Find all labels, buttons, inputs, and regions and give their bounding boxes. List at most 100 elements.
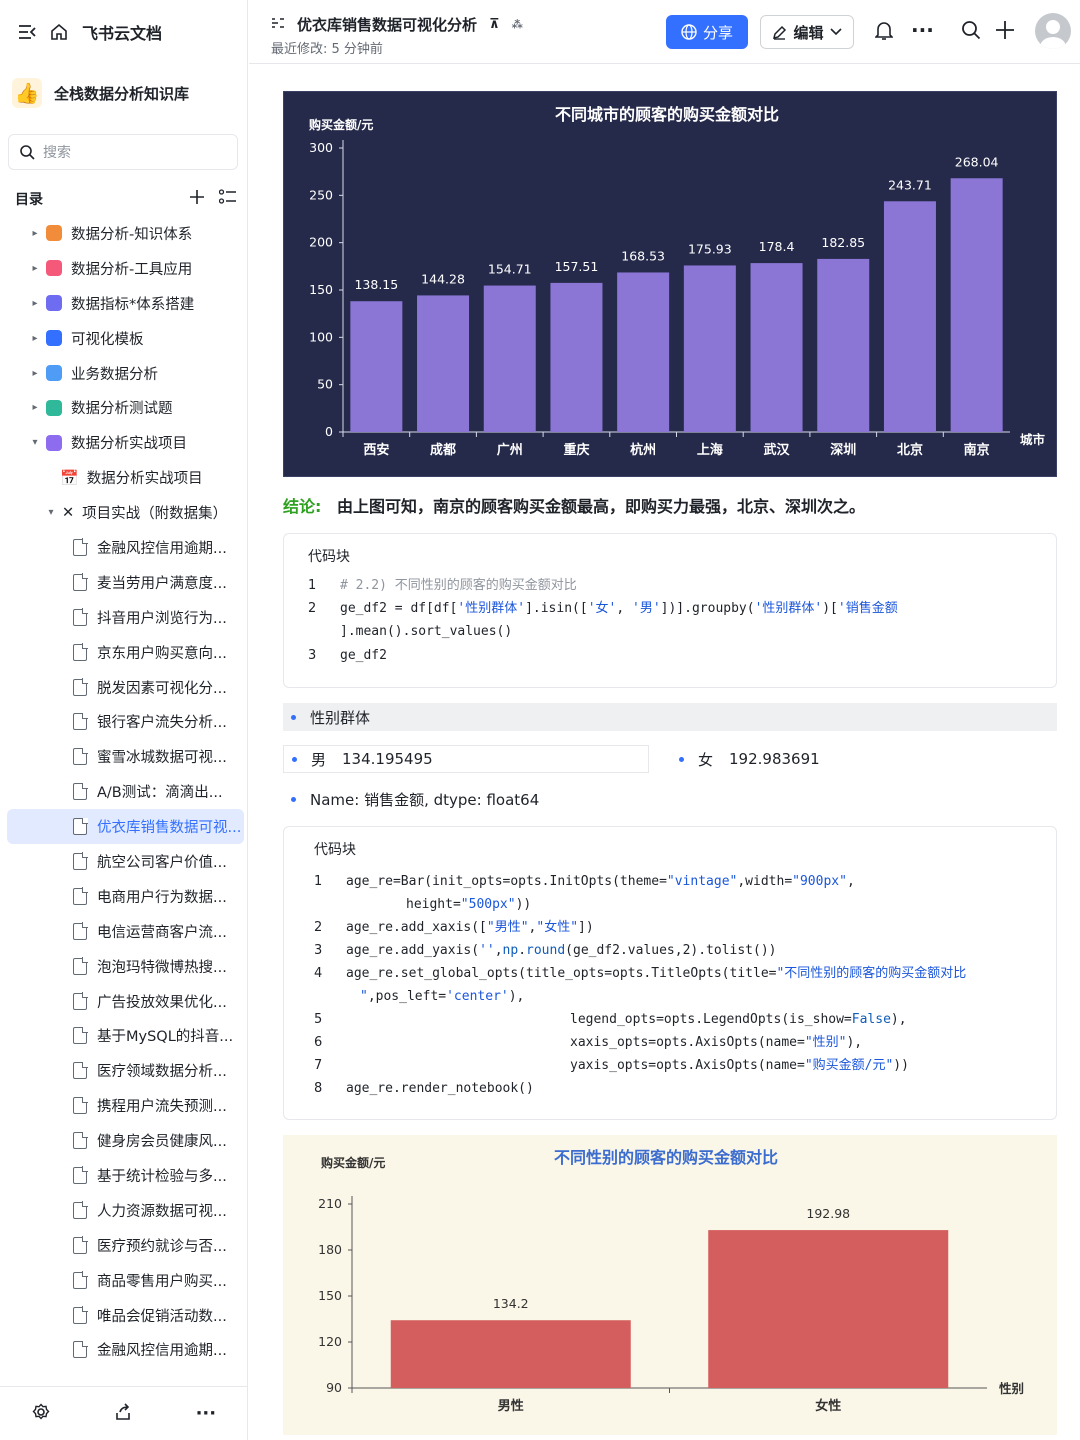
toc-doc-item[interactable]: 广告投放效果优化... <box>0 984 248 1019</box>
caret-down-icon[interactable]: ▾ <box>44 507 58 518</box>
bar <box>390 1320 631 1388</box>
app-name[interactable]: 飞书云文档 <box>82 20 162 44</box>
bell-icon[interactable] <box>874 20 894 46</box>
list-view-icon[interactable] <box>218 189 237 209</box>
toc-item[interactable]: ▸ 数据分析-工具应用 <box>0 251 248 286</box>
pin-icon[interactable]: ⊼ <box>489 17 500 32</box>
female-value: 192.983691 <box>729 750 820 768</box>
toc-item[interactable]: ▸ 数据分析-知识体系 <box>0 216 248 251</box>
code-block-2[interactable]: 代码块 1 age_re=Bar(init_opts=opts.InitOpts(… <box>283 826 1057 1120</box>
code-block-1[interactable]: 代码块 1 # 2.2) 不同性别的顾客的购买金额对比 2 ge_df2 = df[d… <box>283 533 1057 688</box>
toc-doc-item[interactable]: 麦当劳用户满意度... <box>0 565 248 600</box>
toc-doc-item[interactable]: 人力资源数据可视... <box>0 1193 248 1228</box>
collapse-sidebar-icon[interactable] <box>18 24 36 40</box>
caret-right-icon[interactable]: ▸ <box>28 298 42 309</box>
y-tick-label: 210 <box>318 1196 342 1211</box>
toc-item[interactable]: ▸ 业务数据分析 <box>0 356 248 391</box>
male-label: 男 <box>311 750 327 769</box>
toc-doc-item[interactable]: 抖音用户浏览行为... <box>0 600 248 635</box>
toc-item[interactable]: ▾ ✕ 项目实战（附数据集） <box>0 495 248 530</box>
sidebar: 飞书云文档 👍 全栈数据分析知识库 搜索 目录 ▸ 数据分析-知识体系 ▸ 数据分析-… <box>0 0 248 1440</box>
document-icon <box>73 538 88 556</box>
toc-doc-item[interactable]: 医疗领域数据分析... <box>0 1053 248 1088</box>
bar <box>683 265 736 432</box>
toc-doc-item[interactable]: 蜜雪冰城数据可视... <box>0 739 248 774</box>
category-icon <box>46 434 62 451</box>
toc-item-label: 数据分析实战项目 <box>86 471 203 488</box>
caret-right-icon[interactable]: ▸ <box>28 333 42 344</box>
toc-item[interactable]: ▸ 数据分析测试题 <box>0 390 248 425</box>
toc-item-label: 可视化模板 <box>71 331 144 348</box>
code-text: age_re=Bar(init_opts=opts.InitOpts(theme… <box>346 874 855 889</box>
toc-doc-item[interactable]: 携程用户流失预测... <box>0 1088 248 1123</box>
toc-doc-item[interactable]: 京东用户购买意向... <box>0 635 248 670</box>
category-icon <box>46 260 62 277</box>
avatar[interactable] <box>1035 13 1071 49</box>
home-icon[interactable] <box>50 23 68 41</box>
toc-doc-item[interactable]: 基于MySQL的抖音... <box>0 1018 248 1053</box>
toc-doc-label: 医疗预约就诊与否... <box>97 1238 227 1255</box>
toc-doc-label: 人力资源数据可视... <box>97 1203 227 1220</box>
toc-doc-item[interactable]: 基于统计检验与多... <box>0 1158 248 1193</box>
toc-doc-item[interactable]: 脱发因素可视化分... <box>0 670 248 705</box>
toc-doc-item[interactable]: 优衣库销售数据可视... <box>7 809 244 845</box>
toc-header: 目录 <box>15 188 237 210</box>
bar <box>617 272 670 432</box>
toc-doc-item[interactable]: 银行客户流失分析... <box>0 704 248 739</box>
code-line: 8 age_re.render_notebook() <box>314 1077 534 1100</box>
add-icon[interactable] <box>189 189 205 209</box>
share-button[interactable]: 分享 <box>666 15 748 49</box>
y-tick-label: 150 <box>309 282 333 297</box>
settings-icon[interactable] <box>32 1402 50 1425</box>
output-group-row: 性别群体 <box>283 703 1057 731</box>
toc-item[interactable]: ▾ 数据分析实战项目 <box>0 425 248 460</box>
conclusion: 结论: 由上图可知，南京的顾客购买金额最高，即购买力最强，北京、深圳次之。 <box>283 493 865 517</box>
caret-right-icon[interactable]: ▸ <box>28 263 42 274</box>
caret-right-icon[interactable]: ▸ <box>28 228 42 239</box>
toc-doc-item[interactable]: 金融风控信用逾期... <box>0 530 248 565</box>
edit-button[interactable]: 编辑 <box>760 15 854 49</box>
x-tick-label: 西安 <box>363 442 389 458</box>
caret-right-icon[interactable]: ▸ <box>28 402 42 413</box>
toc-label: 目录 <box>15 192 43 208</box>
toc-doc-item[interactable]: 金融风控信用逾期... <box>0 1333 248 1368</box>
x-tick-label: 广州 <box>497 442 523 458</box>
new-doc-icon[interactable] <box>995 20 1015 44</box>
toc-doc-item[interactable]: 医疗预约就诊与否... <box>0 1228 248 1263</box>
toc-doc-item[interactable]: 电商用户行为数据... <box>0 879 248 914</box>
code-text: ",pos_left='center'), <box>360 989 525 1004</box>
document-icon <box>73 852 88 870</box>
toc-doc-item[interactable]: 商品零售用户购买... <box>0 1263 248 1298</box>
toc-doc-item[interactable]: A/B测试：滴滴出... <box>0 774 248 809</box>
toc-doc-item[interactable]: 健身房会员健康风... <box>0 1123 248 1158</box>
line-number <box>308 620 340 643</box>
search-input[interactable]: 搜索 <box>8 134 238 170</box>
share-out-icon[interactable] <box>114 1402 132 1425</box>
toc-toggle-icon[interactable] <box>271 16 285 34</box>
knowledge-base-header[interactable]: 👍 全栈数据分析知识库 <box>12 78 189 108</box>
toc-doc-item[interactable]: 唯品会促销活动数... <box>0 1298 248 1333</box>
bar-value-label: 144.28 <box>421 271 465 286</box>
sync-icon[interactable]: ⁂ <box>512 18 523 31</box>
toc-item[interactable]: 📅 数据分析实战项目 <box>0 460 248 495</box>
caret-right-icon[interactable]: ▸ <box>28 368 42 379</box>
more-options-icon[interactable]: ··· <box>911 18 934 42</box>
toc-item[interactable]: ▸ 数据指标*体系搭建 <box>0 286 248 321</box>
category-icon <box>46 399 62 416</box>
x-tick-label: 武汉 <box>764 442 791 458</box>
bar-value-label: 178.4 <box>759 239 795 254</box>
toc-doc-item[interactable]: 航空公司客户价值... <box>0 844 248 879</box>
x-tick-label: 女性 <box>815 1398 841 1414</box>
document-icon <box>73 817 88 836</box>
sidebar-footer: ··· <box>0 1386 248 1440</box>
more-icon[interactable]: ··· <box>196 1403 217 1424</box>
globe-icon <box>681 24 697 40</box>
search-icon[interactable] <box>961 20 981 44</box>
toc-doc-item[interactable]: 电信运营商客户流... <box>0 914 248 949</box>
toc-doc-item[interactable]: 泡泡玛特微博热搜... <box>0 949 248 984</box>
bar-value-label: 154.71 <box>488 262 532 277</box>
toc-item-label: 数据指标*体系搭建 <box>71 296 195 313</box>
toc-doc-label: 商品零售用户购买... <box>97 1273 227 1290</box>
toc-item[interactable]: ▸ 可视化模板 <box>0 321 248 356</box>
caret-down-icon[interactable]: ▾ <box>28 437 42 448</box>
